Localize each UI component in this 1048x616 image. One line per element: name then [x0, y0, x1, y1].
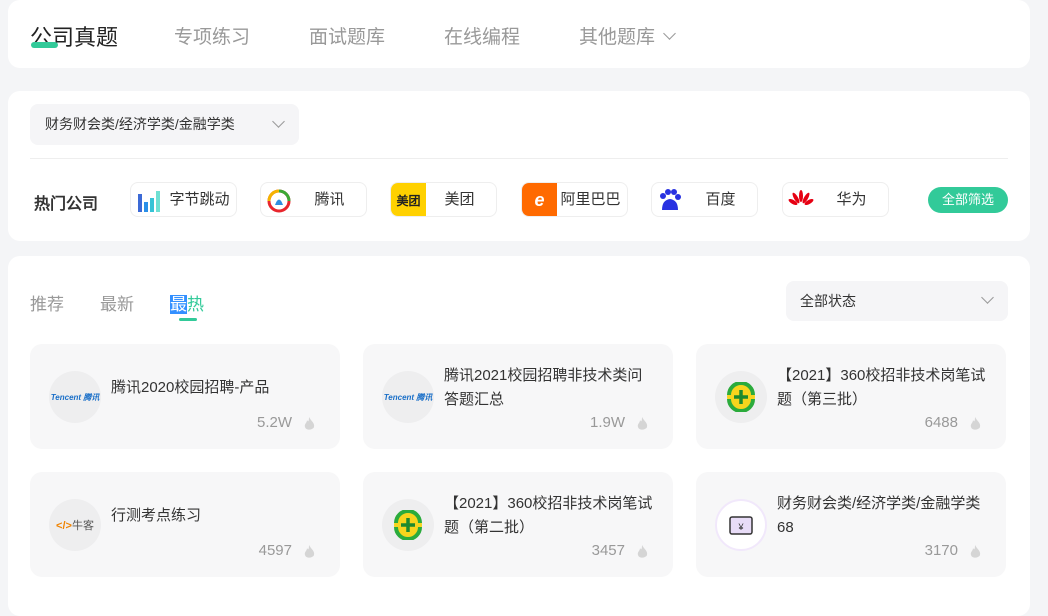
- card-title-text: 财务财会类/经济学类/金融学类68: [777, 495, 981, 536]
- company-name: 百度: [705, 191, 736, 208]
- tencent-logo-icon: [261, 183, 296, 216]
- hot-count: 3170: [924, 542, 958, 559]
- card-title-text: 【2021】360校招非技术岗笔试题（第二批）: [444, 495, 653, 536]
- finance-logo-icon: ¥: [715, 499, 767, 551]
- nowcoder-logo-icon: </>牛客: [49, 499, 101, 551]
- category-dropdown[interactable]: 财务财会类/经济学类/金融学类: [30, 104, 299, 145]
- chevron-down-icon: [663, 27, 676, 40]
- question-card[interactable]: Tencent 腾讯 腾讯2020校园招聘-产品 5.2W: [30, 344, 340, 449]
- fire-icon: [970, 417, 981, 430]
- company-name: 美团: [444, 191, 475, 208]
- hot-count: 1.9W: [589, 414, 625, 431]
- meituan-logo-icon: 美团: [391, 183, 426, 216]
- company-chip-huawei[interactable]: 华为: [782, 182, 889, 217]
- fire-icon: [970, 545, 981, 558]
- tab-text: 热: [187, 295, 204, 314]
- tab-hottest[interactable]: 最热: [170, 290, 204, 315]
- tencent-logo-icon: Tencent 腾讯: [382, 371, 434, 423]
- question-card[interactable]: ¥ 财务财会类/经济学类/金融学类68 3170: [696, 472, 1006, 577]
- tencent-logo-text: Tencent 腾讯: [50, 392, 100, 402]
- hot-companies-label: 热门公司: [34, 196, 99, 213]
- bytedance-logo-icon: [131, 183, 166, 216]
- chevron-down-icon: [272, 115, 285, 128]
- tab-newest[interactable]: 最新: [100, 290, 134, 315]
- top-nav: 公司真题 专项练习 面试题库 在线编程 其他题库: [8, 0, 1030, 68]
- tencent-logo-text: Tencent 腾讯: [383, 392, 433, 402]
- fire-icon: [304, 417, 315, 430]
- company-name: 阿里巴巴: [560, 191, 621, 208]
- company-chip-baidu[interactable]: 百度: [651, 182, 758, 217]
- card-title-text: 【2021】360校招非技术岗笔试题（第三批）: [777, 367, 986, 408]
- question-card[interactable]: 【2021】360校招非技术岗笔试题（第三批） 6488: [696, 344, 1006, 449]
- hot-count: 4597: [258, 542, 292, 559]
- huawei-logo-icon: [783, 183, 818, 216]
- company-chip-meituan[interactable]: 美团 美团: [390, 182, 497, 217]
- svg-text:¥: ¥: [737, 522, 744, 532]
- 360-logo-icon: [382, 499, 434, 551]
- question-card[interactable]: 【2021】360校招非技术岗笔试题（第二批） 3457: [363, 472, 673, 577]
- nav-active-indicator: [31, 42, 58, 48]
- nowcoder-logo-text: 牛客: [71, 520, 94, 532]
- tencent-logo-icon: Tencent 腾讯: [49, 371, 101, 423]
- card-title-text: 行测考点练习: [111, 507, 202, 524]
- company-chip-tencent[interactable]: 腾讯: [260, 182, 367, 217]
- baidu-logo-icon: [652, 183, 687, 216]
- divider: [30, 158, 1008, 159]
- fire-icon: [637, 417, 648, 430]
- company-chip-bytedance[interactable]: 字节跳动: [130, 182, 237, 217]
- nav-other-label: 其他题库: [579, 27, 656, 48]
- card-title-text: 腾讯2021校园招聘非技术类问答题汇总: [444, 367, 643, 408]
- company-name: 字节跳动: [169, 191, 230, 208]
- company-name: 腾讯: [314, 191, 345, 208]
- tab-recommended[interactable]: 推荐: [30, 290, 64, 315]
- 360-logo-icon: [715, 371, 767, 423]
- question-card[interactable]: </>牛客 行测考点练习 4597: [30, 472, 340, 577]
- status-dropdown[interactable]: 全部状态: [786, 281, 1008, 321]
- tab-active-indicator: [179, 318, 197, 321]
- fire-icon: [637, 545, 648, 558]
- card-title: 【2021】360校招非技术岗笔试题（第二批）: [444, 492, 654, 540]
- filter-panel: 财务财会类/经济学类/金融学类 热门公司 字节跳动 腾讯 美团 美团 e 阿里巴…: [8, 91, 1030, 241]
- alibaba-logo-icon: e: [522, 183, 557, 216]
- fire-icon: [304, 545, 315, 558]
- chevron-down-icon: [981, 291, 994, 304]
- nav-interview-bank[interactable]: 面试题库: [309, 22, 385, 49]
- hot-count: 5.2W: [256, 414, 292, 431]
- hot-count: 3457: [591, 542, 625, 559]
- status-value: 全部状态: [800, 293, 856, 309]
- nav-other-banks[interactable]: 其他题库: [579, 22, 676, 49]
- card-title: 【2021】360校招非技术岗笔试题（第三批）: [777, 364, 987, 412]
- question-card[interactable]: Tencent 腾讯 腾讯2021校园招聘非技术类问答题汇总 1.9W: [363, 344, 673, 449]
- card-title: 财务财会类/经济学类/金融学类68: [777, 492, 987, 540]
- company-chip-alibaba[interactable]: e 阿里巴巴: [521, 182, 628, 217]
- card-title: 行测考点练习: [111, 492, 321, 540]
- nav-online-coding[interactable]: 在线编程: [444, 22, 520, 49]
- question-list-panel: 推荐 最新 最热 全部状态 Tencent 腾讯 腾讯2020校园招聘-产品 5…: [8, 256, 1030, 616]
- card-title-text: 腾讯2020校园招聘-产品: [111, 379, 270, 396]
- all-filter-button[interactable]: 全部筛选: [928, 187, 1008, 213]
- hot-count: 6488: [924, 414, 958, 431]
- company-name: 华为: [836, 191, 867, 208]
- category-value: 财务财会类/经济学类/金融学类: [45, 116, 235, 132]
- card-title: 腾讯2020校园招聘-产品: [111, 364, 321, 412]
- nav-topic-practice[interactable]: 专项练习: [174, 22, 250, 49]
- selected-text: 最: [170, 295, 187, 314]
- card-title: 腾讯2021校园招聘非技术类问答题汇总: [444, 364, 654, 412]
